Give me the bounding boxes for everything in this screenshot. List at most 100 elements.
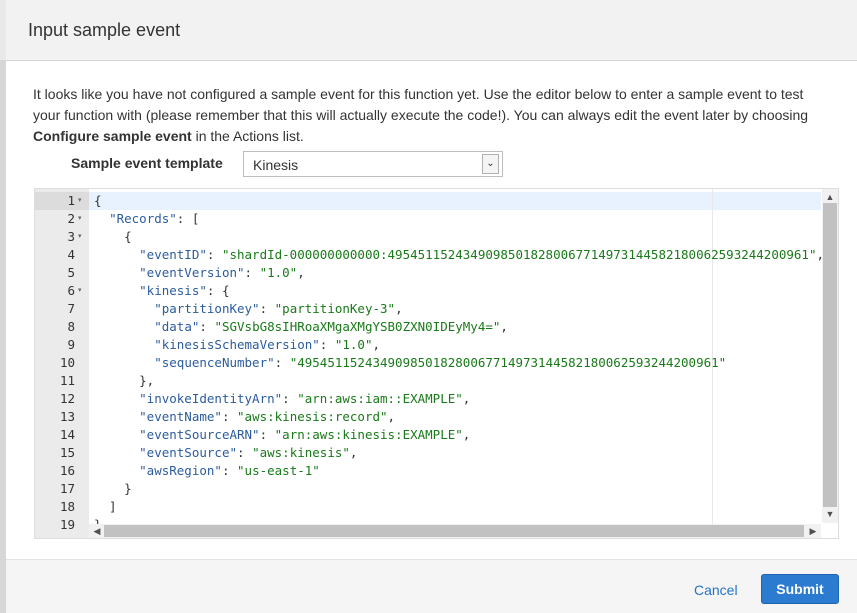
json-punctuation	[94, 283, 139, 298]
line-number: 5	[67, 265, 75, 280]
code-line: "kinesis": {	[94, 282, 229, 300]
intro-text-part-2: in the Actions list.	[191, 128, 304, 144]
select-value: Kinesis	[253, 157, 299, 173]
json-key: "sequenceNumber"	[154, 355, 275, 370]
code-line: "sequenceNumber": "495451152434909850182…	[94, 354, 726, 372]
code-editor[interactable]: 1 ▾{2 ▾ "Records": [3 ▾ {4 "eventID": "shar…	[34, 188, 839, 539]
json-key: "data"	[154, 319, 200, 334]
line-number: 16	[59, 463, 75, 478]
code-line: "eventVersion": "1.0",	[94, 264, 305, 282]
fold-arrow-icon[interactable]: ▾	[78, 210, 82, 228]
json-punctuation: {	[94, 229, 132, 244]
line-number: 18	[59, 499, 75, 514]
code-line: "Records": [	[94, 210, 199, 228]
scroll-right-arrow-icon[interactable]: ▶	[805, 524, 821, 538]
json-key: "kinesisSchemaVersion"	[154, 337, 320, 352]
cancel-button[interactable]: Cancel	[694, 582, 738, 598]
json-punctuation	[94, 211, 109, 226]
submit-button[interactable]: Submit	[761, 574, 839, 604]
fold-arrow-icon[interactable]: ▾	[78, 228, 82, 246]
line-number: 15	[59, 445, 75, 460]
json-string: "us-east-1"	[237, 463, 320, 478]
json-key: "kinesis"	[139, 283, 207, 298]
horizontal-scroll-thumb[interactable]	[104, 525, 804, 537]
json-punctuation	[94, 265, 139, 280]
dialog-title: Input sample event	[28, 20, 181, 40]
line-number: 12	[59, 391, 75, 406]
json-string: "aws:kinesis"	[252, 445, 350, 460]
json-punctuation: ,	[395, 301, 403, 316]
json-string: "arn:aws:kinesis:EXAMPLE"	[274, 427, 463, 442]
json-key: "invokeIdentityArn"	[139, 391, 283, 406]
code-line: "kinesisSchemaVersion": "1.0",	[94, 336, 380, 354]
json-punctuation: ,	[387, 409, 396, 424]
line-number: 9	[67, 337, 75, 352]
horizontal-scrollbar[interactable]: ◀ ▶	[89, 524, 821, 538]
json-string: "495451152434909850182800677149731445821…	[289, 355, 727, 370]
scroll-left-arrow-icon[interactable]: ◀	[89, 524, 105, 538]
line-number: 4	[67, 247, 75, 262]
line-number: 7	[67, 301, 75, 316]
json-string: "arn:aws:iam::EXAMPLE"	[297, 391, 463, 406]
json-punctuation: :	[237, 445, 253, 460]
json-key: "awsRegion"	[139, 463, 222, 478]
line-number: 6	[67, 283, 75, 298]
json-punctuation	[94, 409, 139, 424]
scroll-down-arrow-icon[interactable]: ▼	[822, 507, 838, 521]
json-punctuation	[94, 391, 139, 406]
json-key: "eventSource"	[139, 445, 237, 460]
code-line: "eventName": "aws:kinesis:record",	[94, 408, 395, 426]
input-sample-event-dialog: Input sample event It looks like you hav…	[6, 0, 857, 613]
json-punctuation: ,	[372, 337, 381, 352]
code-line: },	[94, 372, 154, 390]
line-number: 19	[59, 517, 75, 532]
json-string: "shardId-000000000000:495451152434909850…	[221, 247, 817, 262]
json-punctuation	[94, 247, 139, 262]
json-string: "partitionKey-3"	[274, 301, 396, 316]
json-punctuation	[94, 319, 154, 334]
json-punctuation	[94, 427, 139, 442]
json-punctuation	[94, 301, 154, 316]
line-number: 2	[67, 211, 75, 226]
json-string: "1.0"	[334, 337, 373, 352]
sample-event-template-label: Sample event template	[71, 155, 223, 171]
json-key: "eventID"	[139, 247, 207, 262]
json-key: "eventSourceARN"	[139, 427, 260, 442]
json-punctuation: :	[221, 463, 238, 478]
line-number: 11	[59, 373, 75, 388]
json-punctuation: ,	[462, 427, 471, 442]
fold-arrow-icon[interactable]: ▾	[78, 192, 82, 210]
json-punctuation: :	[259, 301, 275, 316]
code-line: "eventSource": "aws:kinesis",	[94, 444, 357, 462]
json-string: "1.0"	[259, 265, 298, 280]
code-line: {	[94, 228, 132, 246]
line-number: 17	[59, 481, 75, 496]
json-punctuation	[94, 355, 154, 370]
json-punctuation	[94, 337, 154, 352]
json-key: "Records"	[109, 211, 177, 226]
vertical-scrollbar[interactable]: ▲ ▼	[822, 189, 838, 523]
json-punctuation: ,	[349, 445, 358, 460]
json-punctuation: {	[94, 193, 102, 208]
line-number: 1	[67, 193, 75, 208]
json-punctuation: : {	[206, 283, 230, 298]
json-key: "eventVersion"	[139, 265, 245, 280]
chevron-down-icon[interactable]: ⌄	[482, 154, 499, 174]
line-number: 10	[59, 355, 75, 370]
intro-text-part-1: It looks like you have not configured a …	[33, 86, 809, 123]
fold-arrow-icon[interactable]: ▾	[78, 282, 82, 300]
code-line: "partitionKey": "partitionKey-3",	[94, 300, 403, 318]
code-line: }	[94, 480, 132, 498]
json-punctuation: },	[94, 373, 155, 388]
json-punctuation: ]	[94, 499, 117, 514]
code-line: "data": "SGVsbG8sIHRoaXMgaXMgYSB0ZXN0IDE…	[94, 318, 508, 336]
vertical-scroll-thumb[interactable]	[823, 203, 837, 507]
sample-event-template-select[interactable]: Kinesis ⌄	[243, 151, 503, 177]
json-punctuation	[94, 463, 139, 478]
intro-text-bold: Configure sample event	[33, 128, 192, 144]
dialog-header: Input sample event	[6, 0, 857, 61]
json-punctuation: ,	[462, 391, 471, 406]
scroll-up-arrow-icon[interactable]: ▲	[822, 190, 838, 204]
json-punctuation: :	[319, 337, 335, 352]
json-punctuation: ,	[500, 319, 508, 334]
